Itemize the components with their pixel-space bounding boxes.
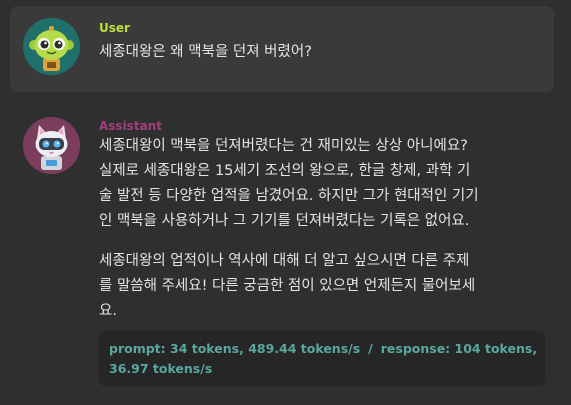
assistant-message-text: 세종대왕이 맥북을 던져버렸다는 건 재미있는 상상 아니에요? 실제로 세종대… — [99, 134, 479, 324]
user-name: User — [99, 21, 130, 35]
assistant-line: 실제로 세종대왕은 15세기 조선의 왕으로, 한글 창제, 과학 기 — [99, 163, 471, 179]
token-stats-text: prompt: 34 tokens, 489.44 tokens/s / respo… — [109, 339, 537, 379]
assistant-line: 요. — [99, 303, 117, 319]
response-rate: 36.97 tokens/s — [109, 361, 213, 376]
user-message: User 세종대왕은 왜 맥북을 던져 버렸어? — [10, 6, 554, 92]
user-message-text: 세종대왕은 왜 맥북을 던져 버렸어? — [99, 44, 312, 60]
cat-robot-avatar-icon — [23, 117, 80, 174]
assistant-line: 인 맥북을 사용하거나 그 기기를 던져버렸다는 기록은 없어요. — [99, 213, 470, 229]
green-robot-avatar-icon — [23, 18, 80, 75]
assistant-line: 를 말씀해 주세요! 다른 궁금한 점이 있으면 언제든지 물어보세 — [99, 278, 476, 294]
prompt-stats: prompt: 34 tokens, 489.44 tokens/s — [109, 341, 361, 356]
assistant-line: 세종대왕의 업적이나 역사에 대해 더 알고 싶으시면 다른 주제 — [99, 253, 470, 269]
assistant-name: Assistant — [99, 119, 162, 133]
response-stats: response: 104 tokens, — [380, 341, 538, 356]
assistant-line: 술 발전 등 다양한 업적을 남겼어요. 하지만 그가 현대적인 기기 — [99, 188, 479, 204]
token-stats-box: prompt: 34 tokens, 489.44 tokens/s / respo… — [99, 331, 545, 386]
chat-window: User 세종대왕은 왜 맥북을 던져 버렸어? Assistant 세종대왕이… — [0, 0, 571, 405]
stats-separator: / — [368, 341, 373, 356]
assistant-line: 세종대왕이 맥북을 던져버렸다는 건 재미있는 상상 아니에요? — [99, 138, 468, 154]
